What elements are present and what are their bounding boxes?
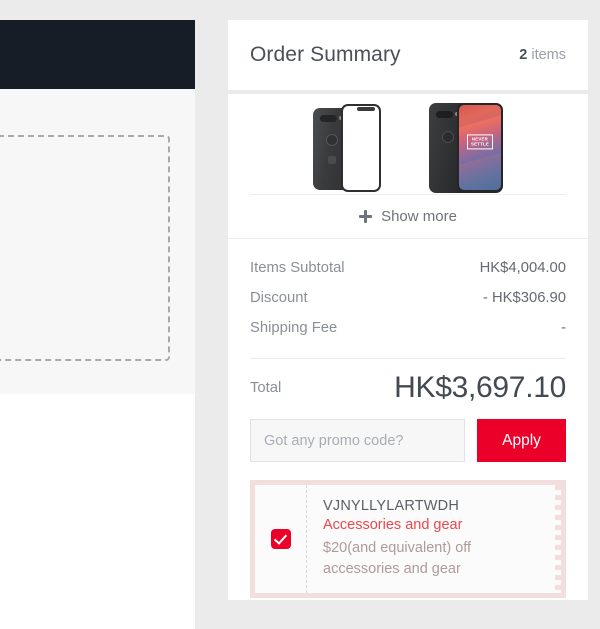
- plus-icon: [359, 210, 373, 223]
- product-thumbnail-list: NEVER SETTLE: [228, 94, 588, 194]
- price-row-label: Discount: [250, 290, 308, 306]
- apply-button[interactable]: Apply: [477, 419, 566, 462]
- fingerprint-icon: [442, 130, 454, 143]
- coupon-checkbox-cell[interactable]: [255, 485, 307, 593]
- items-count-number: 2: [519, 47, 528, 63]
- phone-screen: [343, 105, 379, 190]
- coupon-ticket[interactable]: VJNYLLYLARTWDH Accessories and gear $20(…: [250, 480, 566, 598]
- product-thumbnail-2[interactable]: NEVER SETTLE: [429, 102, 503, 193]
- left-dark-header-bar: [0, 20, 195, 89]
- earpiece-icon: [357, 106, 375, 111]
- show-more-label: Show more: [381, 208, 457, 225]
- order-summary-header: Order Summary 2 items: [228, 20, 588, 90]
- phone-front-icon: [341, 103, 381, 192]
- coupon-description: $20(and equivalent) off accessories and …: [323, 540, 472, 577]
- fingerprint-icon: [326, 133, 338, 146]
- brand-logo-icon: [328, 155, 336, 164]
- price-row-items-subtotal: Items Subtotal HK$4,004.00: [250, 253, 566, 283]
- grand-total-row: Total HK$3,697.10: [228, 359, 588, 419]
- items-count-unit: items: [531, 47, 566, 63]
- price-row-label: Items Subtotal: [250, 260, 345, 276]
- camera-icon: [436, 110, 459, 118]
- promo-code-input[interactable]: [250, 419, 465, 462]
- price-row-value: - HK$306.90: [482, 290, 566, 306]
- add-address-dashed-box[interactable]: [0, 135, 170, 361]
- items-count: 2 items: [519, 47, 566, 63]
- ticket-perforation-edge: [550, 485, 561, 593]
- page-title: Order Summary: [250, 43, 401, 66]
- grand-total-value: HK$3,697.10: [394, 371, 566, 404]
- price-row-discount: Discount - HK$306.90: [250, 283, 566, 313]
- checkout-left-column: dress: [0, 0, 195, 629]
- coupon-checkbox[interactable]: [270, 529, 291, 549]
- price-row-shipping-fee: Shipping Fee -: [250, 313, 566, 343]
- price-breakdown: Items Subtotal HK$4,004.00 Discount - HK…: [228, 239, 588, 349]
- price-row-value: -: [561, 320, 566, 336]
- never-settle-badge: NEVER SETTLE: [467, 134, 493, 150]
- price-row-value: HK$4,004.00: [479, 260, 566, 276]
- promo-code-row: Apply: [228, 419, 588, 472]
- payment-form-card: [0, 394, 195, 629]
- grand-total-label: Total: [250, 380, 282, 396]
- phone-front-icon: NEVER SETTLE: [457, 102, 503, 193]
- product-thumbnail-1[interactable]: [313, 103, 381, 192]
- checkout-page: dress Order Summary 2 items: [0, 0, 600, 629]
- camera-icon: [320, 114, 343, 122]
- left-form-strip: [0, 372, 195, 394]
- coupon-code: VJNYLLYLARTWDH: [323, 498, 460, 514]
- order-summary-body: NEVER SETTLE Show more Items Subtotal HK$…: [228, 94, 588, 600]
- order-summary-column: Order Summary 2 items NEVER SETTLE Show …: [228, 20, 588, 600]
- phone-screen: NEVER SETTLE: [459, 104, 501, 190]
- show-more-button[interactable]: Show more: [250, 194, 566, 238]
- coupon-details: VJNYLLYLARTWDH Accessories and gear $20(…: [307, 485, 551, 593]
- coupon-name: Accessories and gear: [323, 517, 463, 533]
- address-section-card: dress: [0, 89, 195, 372]
- price-row-label: Shipping Fee: [250, 320, 338, 336]
